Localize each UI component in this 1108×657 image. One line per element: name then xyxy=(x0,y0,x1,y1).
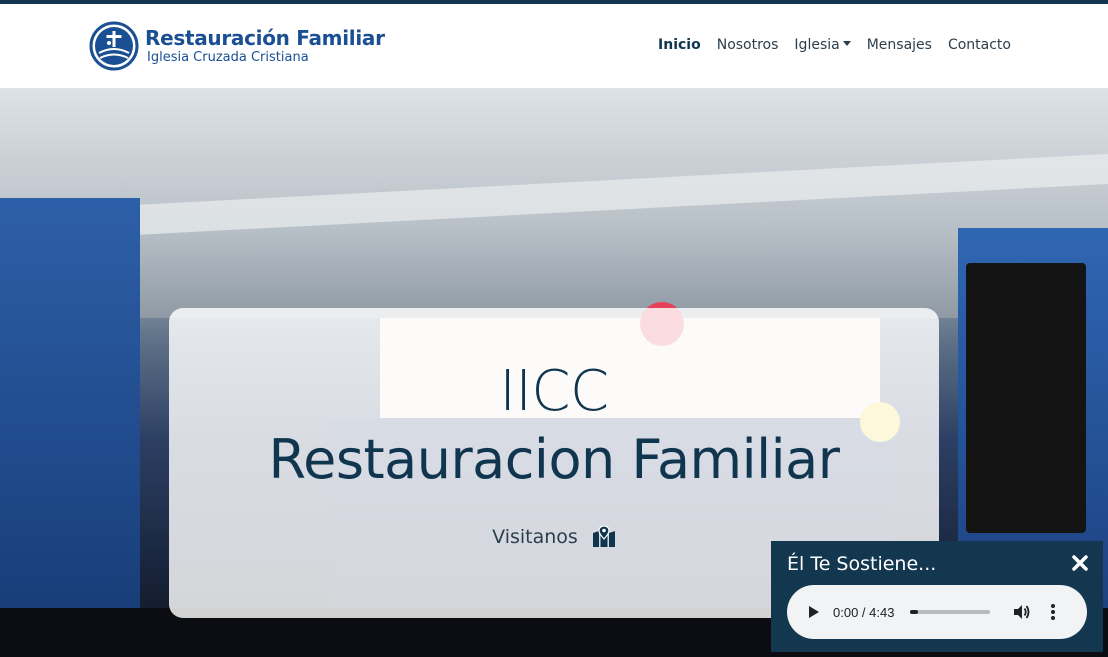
nav-item-iglesia[interactable]: Iglesia xyxy=(794,37,851,53)
nav-item-inicio[interactable]: Inicio xyxy=(658,37,701,53)
hero-subtitle: Restauracion Familiar xyxy=(268,428,840,491)
brand-subtitle: Iglesia Cruzada Cristiana xyxy=(147,50,309,65)
player-title: Él Te Sostiene... xyxy=(787,553,937,575)
nav-item-contacto[interactable]: Contacto xyxy=(948,37,1011,53)
play-icon[interactable] xyxy=(807,605,821,619)
brand-link[interactable]: Restauración Familiar Iglesia Cruzada Cr… xyxy=(89,20,385,72)
main-nav: Inicio Nosotros Iglesia Mensajes Contact… xyxy=(658,37,1011,53)
audio-time: 0:00 / 4:43 xyxy=(833,604,895,620)
hero-background-wall-left xyxy=(0,198,140,657)
audio-controls: 0:00 / 4:43 xyxy=(787,585,1087,639)
visit-label: Visitanos xyxy=(492,526,578,548)
audio-progress-fill xyxy=(910,610,919,614)
audio-player-widget: Él Te Sostiene... 0:00 / 4:43 xyxy=(771,541,1103,652)
volume-icon[interactable] xyxy=(1012,603,1030,621)
nav-item-mensajes[interactable]: Mensajes xyxy=(867,37,932,53)
map-marked-icon xyxy=(592,526,615,547)
brand-title: Restauración Familiar xyxy=(145,26,385,50)
chevron-down-icon xyxy=(842,41,851,46)
navbar: Restauración Familiar Iglesia Cruzada Cr… xyxy=(0,4,1108,88)
close-icon[interactable] xyxy=(1071,554,1089,572)
audio-progress-bar[interactable] xyxy=(910,610,991,614)
hero-title: IICC xyxy=(499,359,609,424)
more-vert-icon[interactable] xyxy=(1050,603,1056,621)
hero-background-speaker xyxy=(966,263,1086,533)
church-logo-icon xyxy=(89,21,139,71)
nav-item-iglesia-label: Iglesia xyxy=(794,37,840,53)
nav-item-nosotros[interactable]: Nosotros xyxy=(717,37,779,53)
